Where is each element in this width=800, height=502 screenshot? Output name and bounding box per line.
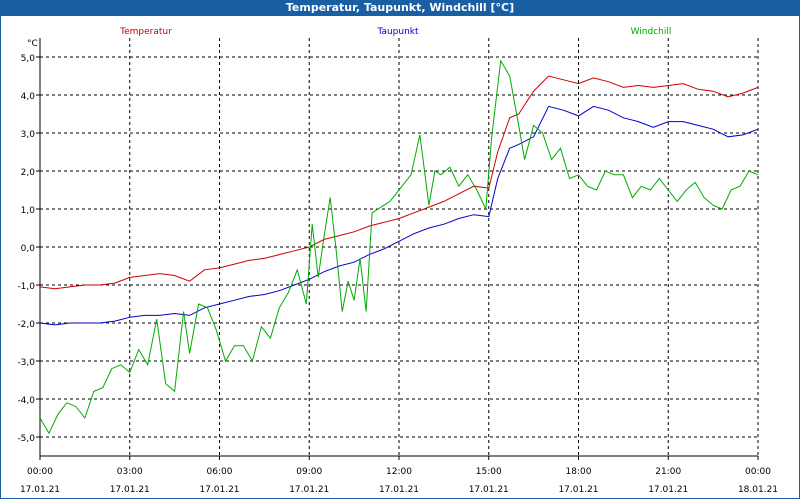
y-tick-label: 2,0 [21,168,36,178]
x-tick-time-label: 09:00 [296,467,322,477]
x-tick-date-label: 17.01.21 [379,485,419,495]
y-tick-label: -3,0 [17,358,35,368]
x-tick-date-label: 17.01.21 [558,485,598,495]
x-tick-date-label: 17.01.21 [110,485,150,495]
y-axis-unit-label: °C [27,39,38,49]
chart-title: Temperatur, Taupunkt, Windchill [°C] [0,0,800,16]
y-tick-label: 3,0 [21,130,36,140]
y-tick-label: -5,0 [17,434,35,444]
x-tick-time-label: 18:00 [566,467,592,477]
legend-temperatur: Temperatur [119,27,172,37]
x-tick-time-label: 21:00 [655,467,681,477]
x-tick-date-label: 18.01.21 [738,485,778,495]
x-tick-time-label: 06:00 [207,467,233,477]
y-tick-label: -1,0 [17,282,35,292]
x-tick-time-label: 03:00 [117,467,143,477]
x-tick-date-label: 17.01.21 [648,485,688,495]
chart-frame: 5,0 4,0 3,0 2,0 1,0 0,0 -1,0 -2,0 -3,0 -4,0 -5,0 °C… [0,16,800,499]
x-tick-date-label: 17.01.21 [469,485,509,495]
x-tick-time-label: 15:00 [476,467,502,477]
line-chart: 5,0 4,0 3,0 2,0 1,0 0,0 -1,0 -2,0 -3,0 -4,0 -5,0 °C… [17,27,778,495]
y-tick-label: 5,0 [21,54,36,64]
legend-windchill: Windchill [631,27,672,37]
y-tick-label: -4,0 [17,396,35,406]
y-tick-label: -2,0 [17,320,35,330]
x-tick-time-label: 00:00 [27,467,53,477]
x-tick-time-label: 12:00 [386,467,412,477]
legend-taupunkt: Taupunkt [376,27,419,37]
y-tick-label: 1,0 [21,206,36,216]
x-tick-date-label: 17.01.21 [289,485,329,495]
x-tick-date-label: 17.01.21 [199,485,239,495]
y-tick-label: 0,0 [21,244,36,254]
y-tick-label: 4,0 [21,92,36,102]
x-tick-date-label: 17.01.21 [20,485,60,495]
x-tick-time-label: 00:00 [745,467,771,477]
